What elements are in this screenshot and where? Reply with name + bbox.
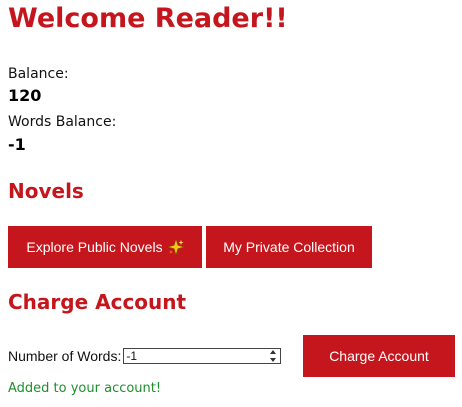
spin-buttons[interactable]: [269, 350, 277, 362]
novels-heading: Novels: [8, 179, 84, 203]
welcome-heading: Welcome Reader!!: [8, 3, 288, 34]
number-of-words-label: Number of Words:: [8, 348, 122, 364]
explore-public-novels-button[interactable]: Explore Public Novels: [8, 226, 202, 268]
words-balance-label: Words Balance:: [8, 114, 117, 130]
explore-public-novels-label: Explore Public Novels: [26, 239, 163, 255]
charge-form-row: Number of Words:: [8, 345, 282, 367]
my-private-collection-button[interactable]: My Private Collection: [206, 226, 372, 268]
balance-label: Balance:: [8, 66, 69, 82]
words-balance-value: -1: [8, 135, 26, 154]
charge-account-button[interactable]: Charge Account: [303, 335, 455, 377]
spin-up-icon[interactable]: [270, 350, 277, 354]
number-of-words-input[interactable]: [124, 349, 267, 363]
number-of-words-stepper[interactable]: [123, 348, 282, 364]
charge-status-message: Added to your account!: [8, 381, 162, 396]
balance-value: 120: [8, 86, 42, 105]
spin-down-icon[interactable]: [270, 358, 277, 362]
sparkle-icon: [167, 239, 184, 255]
charge-account-heading: Charge Account: [8, 290, 187, 314]
